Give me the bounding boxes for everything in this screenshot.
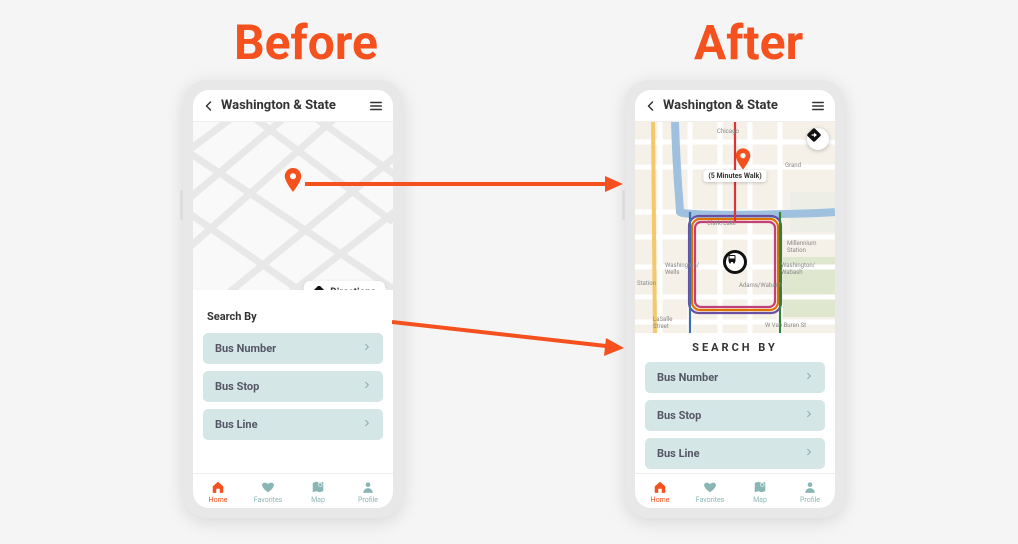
back-icon[interactable] <box>645 100 657 112</box>
screen-after: Washington & State <box>635 90 835 508</box>
option-bus-stop[interactable]: Bus Stop <box>645 400 825 431</box>
chevron-right-icon <box>363 380 371 393</box>
option-label: Bus Stop <box>215 380 259 393</box>
nav-label: Home <box>209 496 228 504</box>
map-nav-icon <box>311 480 325 494</box>
option-bus-number[interactable]: Bus Number <box>203 333 383 364</box>
directions-round-button[interactable] <box>807 128 829 150</box>
nav-profile[interactable]: Profile <box>785 480 835 504</box>
nav-map[interactable]: Map <box>293 480 343 504</box>
map-text: Washington/ Wells <box>665 262 699 276</box>
nav-label: Favorites <box>696 496 725 504</box>
nav-home[interactable]: Home <box>635 480 685 504</box>
walk-time-chip: (5 Minutes Walk) <box>703 170 766 182</box>
profile-icon <box>803 480 817 494</box>
map-text: Grand <box>785 162 801 169</box>
heading-before: Before <box>234 14 378 71</box>
bus-icon <box>726 253 738 265</box>
directions-icon <box>807 128 821 142</box>
search-by-label: SEARCH BY <box>635 333 835 358</box>
nav-profile[interactable]: Profile <box>343 480 393 504</box>
map-placeholder[interactable]: Directions <box>193 122 393 290</box>
map-text: Millennium Station <box>787 240 816 254</box>
nav-favorites[interactable]: Favorites <box>243 480 293 504</box>
map-text: Chicago <box>717 128 739 135</box>
menu-icon[interactable] <box>811 99 825 113</box>
nav-label: Map <box>753 496 767 504</box>
option-label: Bus Line <box>657 447 700 460</box>
map-nav-icon <box>753 480 767 494</box>
map-pin-icon <box>284 168 302 196</box>
chevron-right-icon <box>805 371 813 384</box>
home-icon <box>653 480 667 494</box>
map-text: Station <box>637 280 656 287</box>
option-bus-line[interactable]: Bus Line <box>203 409 383 440</box>
chevron-right-icon <box>805 447 813 460</box>
bottom-nav: Home Favorites Map Profile <box>193 473 393 508</box>
screen-before: Washington & State Directions <box>193 90 393 508</box>
map-text: LaSalle Street <box>653 316 672 330</box>
bus-stop-marker <box>723 250 747 274</box>
nav-home[interactable]: Home <box>193 480 243 504</box>
nav-label: Favorites <box>254 496 283 504</box>
profile-icon <box>361 480 375 494</box>
bottom-nav: Home Favorites Map Profile <box>635 473 835 508</box>
heading-after: After <box>694 14 803 71</box>
chevron-right-icon <box>363 342 371 355</box>
map-text: Washington/ Wabash <box>781 262 815 276</box>
option-label: Bus Number <box>215 342 276 355</box>
nav-favorites[interactable]: Favorites <box>685 480 735 504</box>
nav-label: Home <box>651 496 670 504</box>
heart-icon <box>261 480 275 494</box>
directions-icon <box>313 286 325 290</box>
heart-icon <box>703 480 717 494</box>
directions-label: Directions <box>330 287 376 291</box>
arrow-search <box>392 318 624 358</box>
chevron-right-icon <box>363 418 371 431</box>
header-title: Washington & State <box>221 98 363 113</box>
phone-after: Washington & State <box>625 80 845 518</box>
phone-before: Washington & State Directions <box>183 80 403 518</box>
back-icon[interactable] <box>203 100 215 112</box>
search-by-label: Search By <box>193 290 393 329</box>
map-text: Clark/Lake <box>707 220 736 227</box>
menu-icon[interactable] <box>369 99 383 113</box>
nav-label: Map <box>311 496 325 504</box>
option-bus-number[interactable]: Bus Number <box>645 362 825 393</box>
option-bus-stop[interactable]: Bus Stop <box>203 371 383 402</box>
option-label: Bus Line <box>215 418 258 431</box>
option-label: Bus Number <box>657 371 718 384</box>
nav-label: Profile <box>358 496 378 504</box>
header-title: Washington & State <box>663 98 805 113</box>
app-header: Washington & State <box>193 90 393 122</box>
option-bus-line[interactable]: Bus Line <box>645 438 825 469</box>
chevron-right-icon <box>805 409 813 422</box>
nav-map[interactable]: Map <box>735 480 785 504</box>
home-icon <box>211 480 225 494</box>
map-text: Adams/Wabash <box>739 282 782 289</box>
map-text: W Van Buren St <box>765 322 806 329</box>
app-header: Washington & State <box>635 90 835 122</box>
nav-label: Profile <box>800 496 820 504</box>
map-detailed[interactable]: (5 Minutes Walk) Chicago Grand Clark/Lak… <box>635 122 835 333</box>
directions-button[interactable]: Directions <box>304 281 385 290</box>
option-label: Bus Stop <box>657 409 701 422</box>
